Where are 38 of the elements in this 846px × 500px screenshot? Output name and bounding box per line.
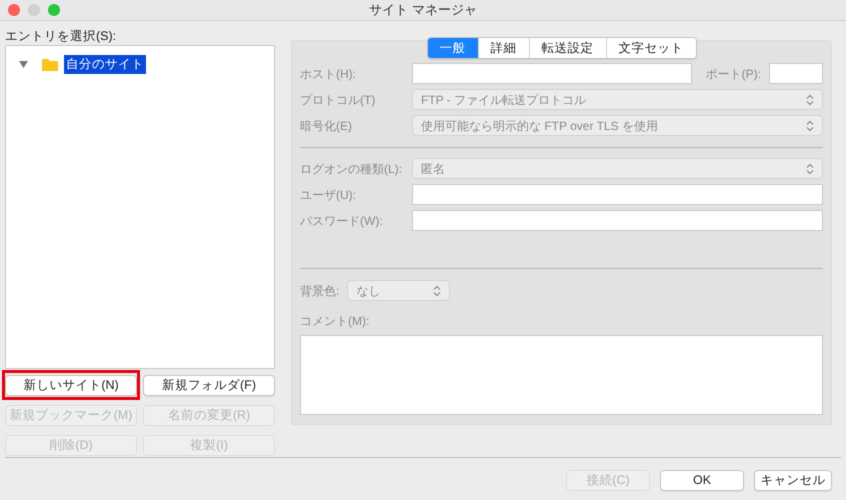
folder-icon (42, 58, 58, 71)
password-label: パスワード(W): (300, 212, 384, 230)
protocol-label: プロトコル(T) (300, 92, 376, 108)
encryption-select[interactable]: 使用可能なら明示的な FTP over TLS を使用 (412, 115, 823, 136)
tab[interactable]: 文字セット (606, 38, 696, 58)
close-icon[interactable] (8, 4, 20, 16)
port-label: ポート(P): (706, 66, 761, 82)
host-field[interactable] (412, 63, 692, 84)
chevron-updown-icon (806, 94, 814, 106)
minimize-icon[interactable] (28, 4, 40, 16)
comment-field[interactable] (300, 335, 823, 415)
chevron-updown-icon (806, 120, 814, 132)
logon-type-select[interactable]: 匿名 (412, 158, 823, 179)
comment-label: コメント(M): (300, 313, 370, 330)
host-label: ホスト(H): (300, 66, 357, 82)
password-field[interactable] (412, 210, 823, 231)
tab[interactable]: 詳細 (478, 38, 528, 58)
chevron-updown-icon (806, 162, 814, 174)
button[interactable]: 新規フォルダ(F) (143, 374, 275, 396)
entry-label: エントリを選択(S): (5, 28, 118, 45)
disclosure-triangle-icon[interactable] (19, 60, 28, 69)
port-field[interactable] (769, 63, 823, 84)
encryption-label: 暗号化(E) (300, 118, 353, 134)
button[interactable]: 新しいサイト(N) (5, 374, 137, 396)
protocol-select[interactable]: FTP - ファイル転送プロトコル (412, 89, 823, 110)
tab[interactable]: 一般 (428, 38, 478, 58)
background-color-label: 背景色: (300, 282, 340, 300)
tab[interactable]: 転送設定 (528, 38, 606, 58)
background-color-select[interactable]: なし (347, 280, 450, 301)
tree-item[interactable]: 自分のサイト (64, 55, 146, 74)
button[interactable]: OK (660, 470, 744, 491)
button[interactable]: キャンセル (754, 470, 832, 491)
chevron-updown-icon (433, 284, 442, 296)
window-title: サイト マネージャ (369, 1, 477, 20)
user-field[interactable] (412, 184, 823, 205)
user-label: ユーザ(U): (300, 186, 357, 204)
logon-type-label: ログオンの種類(L): (300, 160, 403, 178)
zoom-icon[interactable] (48, 4, 60, 16)
